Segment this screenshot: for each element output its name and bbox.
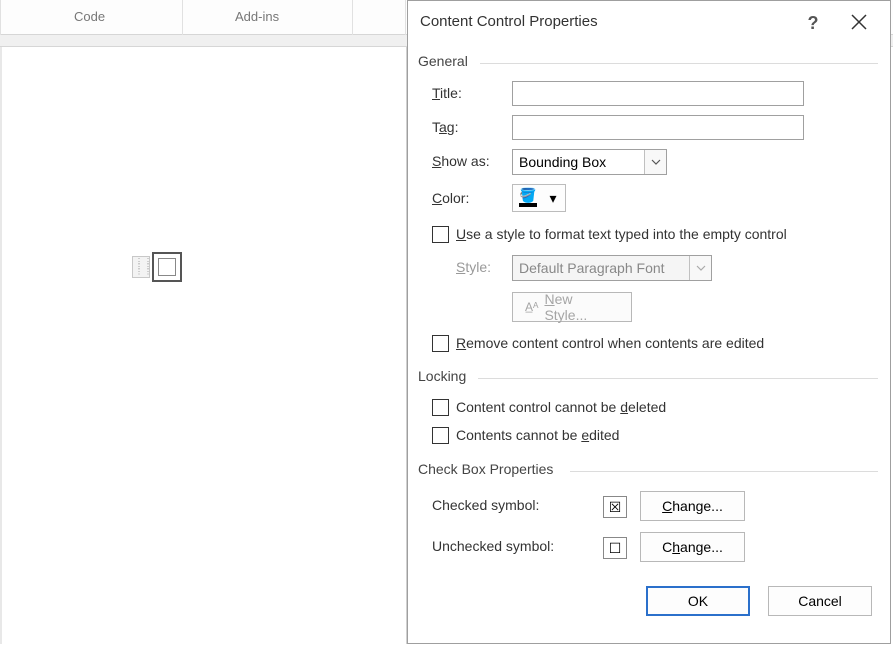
use-style-checkbox[interactable] [432, 226, 449, 243]
chevron-down-icon [644, 150, 666, 174]
paint-bucket-icon: 🪣 [519, 189, 536, 201]
close-button[interactable] [844, 7, 874, 37]
content-control-placeholder[interactable]: ⋮⋮⋮⋮⋮⋮ [132, 252, 184, 287]
change-checked-button[interactable]: Change... [640, 491, 745, 521]
cannot-edit-label: Contents cannot be edited [456, 427, 619, 443]
remove-control-checkbox[interactable] [432, 335, 449, 352]
caret-down-icon: ▾ [543, 190, 563, 207]
unchecked-symbol-preview: ☐ [603, 537, 627, 559]
color-picker[interactable]: 🪣 ▾ [512, 184, 566, 212]
chevron-down-icon [689, 256, 711, 280]
title-label: Title: [432, 85, 462, 101]
cannot-delete-checkbox[interactable] [432, 399, 449, 416]
dialog-title: Content Control Properties [420, 13, 598, 30]
ribbon-group-addins: Add-ins [235, 9, 279, 24]
cannot-edit-checkbox[interactable] [432, 427, 449, 444]
checked-symbol-preview: ☒ [603, 496, 627, 518]
help-button[interactable]: ? [798, 9, 828, 37]
close-icon [851, 14, 867, 30]
new-style-button: A̲ᴬ New Style... [512, 292, 632, 322]
content-control-dialog: Content Control Properties ? General Tit… [407, 0, 891, 644]
section-general: General [418, 53, 468, 69]
remove-control-label: Remove content control when contents are… [456, 335, 764, 351]
ok-button[interactable]: OK [646, 586, 750, 616]
cannot-delete-label: Content control cannot be deleted [456, 399, 666, 415]
use-style-label: Use a style to format text typed into th… [456, 226, 787, 242]
cancel-button[interactable]: Cancel [768, 586, 872, 616]
section-locking: Locking [418, 368, 466, 384]
style-icon: A̲ᴬ [525, 300, 538, 314]
tag-input[interactable] [512, 115, 804, 140]
checked-symbol-label: Checked symbol: [432, 497, 539, 513]
section-checkbox-props: Check Box Properties [418, 461, 553, 477]
tag-label: Tag: [432, 119, 458, 135]
title-input[interactable] [512, 81, 804, 106]
document-canvas: ⋮⋮⋮⋮⋮⋮ [0, 47, 407, 644]
unchecked-symbol-label: Unchecked symbol: [432, 538, 554, 554]
show-as-dropdown[interactable]: Bounding Box [512, 149, 667, 175]
style-label: Style: [456, 259, 491, 275]
style-dropdown: Default Paragraph Font [512, 255, 712, 281]
color-label: Color: [432, 190, 469, 206]
show-as-label: Show as: [432, 153, 490, 169]
ribbon-group-code: Code [74, 9, 105, 24]
change-unchecked-button[interactable]: Change... [640, 532, 745, 562]
